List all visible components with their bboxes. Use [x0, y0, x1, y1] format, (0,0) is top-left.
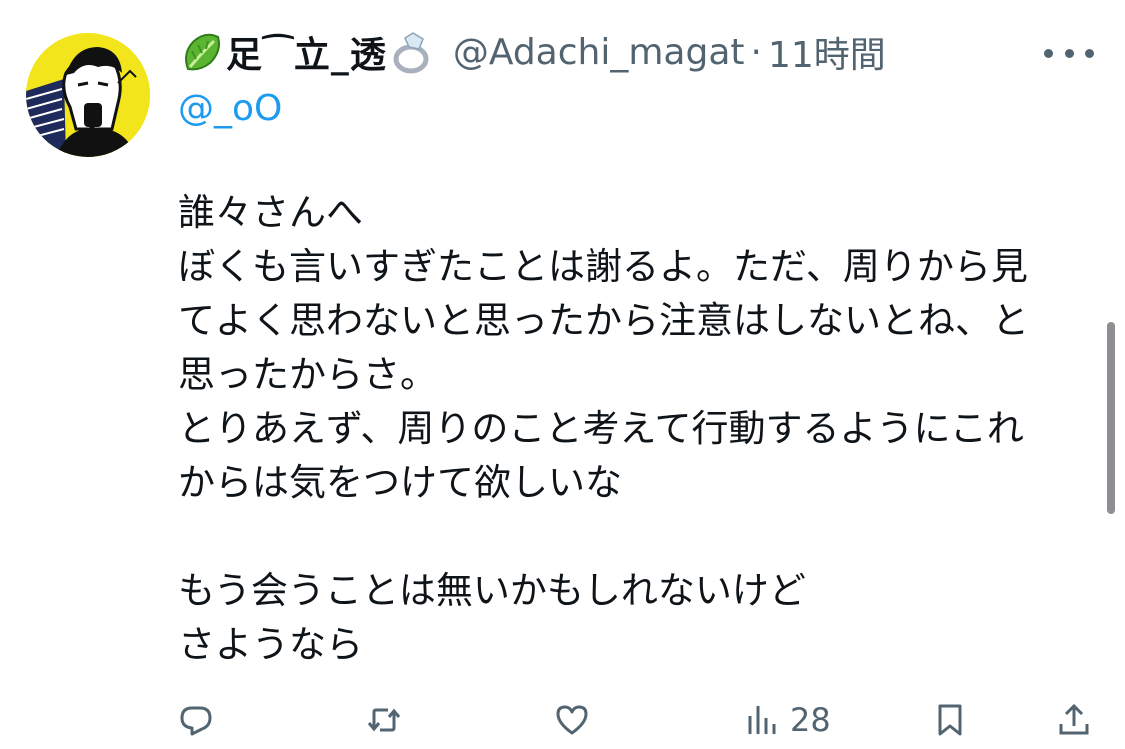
separator-dot: ·	[750, 31, 762, 73]
avatar-illustration	[26, 33, 150, 157]
retweet-button[interactable]	[366, 692, 402, 748]
retweet-icon	[367, 708, 401, 732]
share-icon	[1059, 703, 1089, 735]
tweet-text-line: 思ったからさ。	[178, 353, 437, 396]
tweet-text-line: もう会うことは無いかもしれないけど	[178, 569, 806, 612]
like-button[interactable]	[554, 692, 590, 748]
avatar[interactable]	[26, 33, 150, 157]
reply-button[interactable]	[178, 692, 214, 748]
scrollbar[interactable]	[1107, 322, 1115, 514]
tweet-text-line: ぼくも言いすぎたことは謝るよ。ただ、周りから見	[178, 245, 1028, 288]
heart-icon	[556, 705, 588, 735]
more-options-icon[interactable]	[1044, 38, 1094, 68]
tweet: 足⁀立_透 @Adachi_magat · 11時間 @_oO 誰々さんへ ぼく…	[0, 0, 1125, 749]
views-icon	[748, 706, 776, 734]
views-button[interactable]: 28	[744, 692, 831, 748]
tweet-text: 誰々さんへ ぼくも言いすぎたことは謝るよ。ただ、周りから見 てよく思わないと思っ…	[178, 186, 1088, 672]
share-button[interactable]	[1056, 692, 1092, 748]
user-handle[interactable]: @Adachi_magat	[453, 32, 745, 73]
tweet-text-line: てよく思わないと思ったから注意はしないとね、と	[178, 299, 1029, 342]
tweet-header: 足⁀立_透 @Adachi_magat · 11時間	[178, 26, 886, 78]
reply-icon	[180, 706, 212, 736]
views-count: 28	[790, 701, 831, 739]
action-bar: 28	[178, 692, 1098, 748]
reply-to-mention[interactable]: @_oO	[178, 88, 282, 129]
bookmark-icon	[938, 704, 962, 736]
lettuce-icon	[178, 29, 224, 75]
display-name[interactable]: 足⁀立_透	[226, 26, 387, 78]
tweet-text-line: とりあえず、周りのこと考えて行動するようにこれ	[178, 407, 1024, 450]
tweet-text-line: さようなら	[178, 623, 363, 666]
ring-icon	[389, 29, 435, 75]
bookmark-button[interactable]	[932, 692, 968, 748]
tweet-text-line: 誰々さんへ	[178, 191, 363, 234]
tweet-text-line: からは気をつけて欲しいな	[178, 461, 622, 504]
timestamp[interactable]: 11時間	[768, 26, 886, 78]
